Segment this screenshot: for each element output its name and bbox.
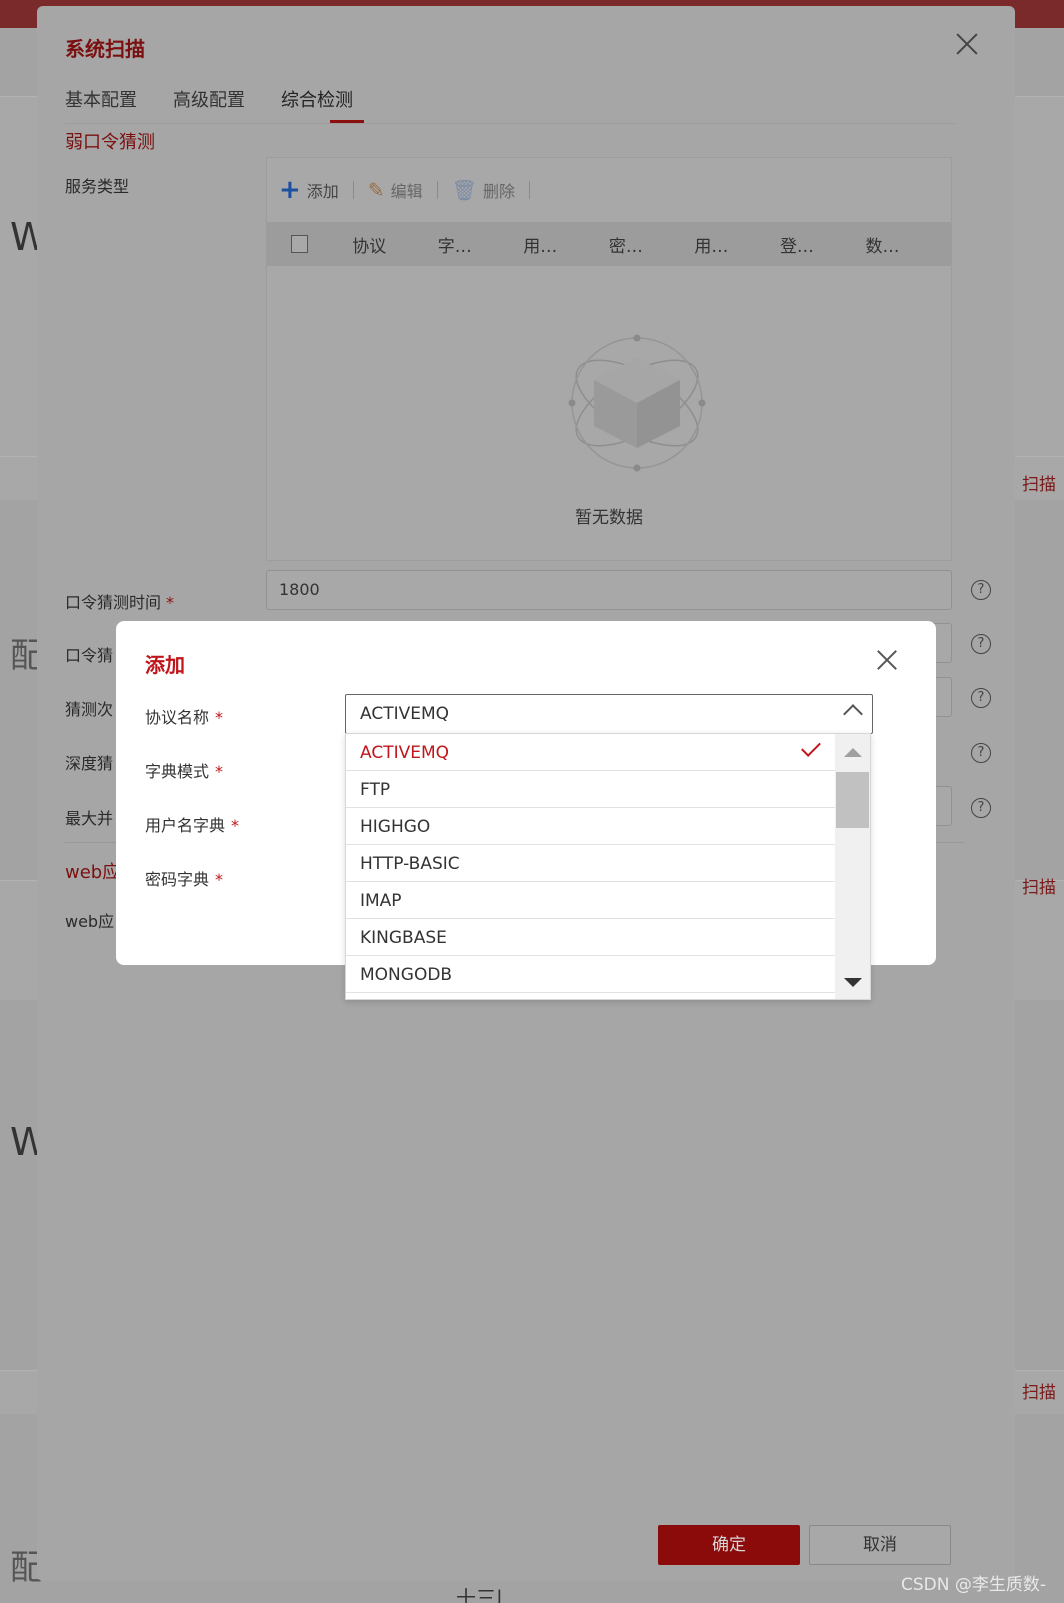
field-label-text: 协议名称 <box>145 708 210 727</box>
select-all-checkbox[interactable] <box>291 235 309 253</box>
edit-icon: ✎ <box>367 178 385 202</box>
required-mark: * <box>215 708 224 727</box>
background-fragment: 十三| <box>456 1586 503 1603</box>
column-header[interactable]: 数… <box>865 232 951 257</box>
table-header: 协议 字… 用… 密… 用… 登… 数… <box>267 222 951 266</box>
scroll-down-arrow-icon[interactable] <box>844 978 862 987</box>
dropdown-option-http-basic[interactable]: HTTP-BASIC <box>346 845 836 882</box>
password-guess-time-input[interactable]: 1800 <box>266 570 952 610</box>
table-toolbar: + 添加 ✎ 编辑 🗑 删除 <box>279 176 544 204</box>
close-icon[interactable] <box>876 649 898 671</box>
dialog-title: 系统扫描 <box>65 37 145 61</box>
field-label: 猜测次 <box>65 700 114 719</box>
background-scan-link[interactable]: 扫描 <box>1022 873 1056 898</box>
column-header[interactable]: 协议 <box>352 232 438 257</box>
dict-mode-label: 字典模式 * <box>145 758 223 782</box>
option-label: MONGODB <box>360 965 453 985</box>
add-button[interactable]: + 添加 <box>279 177 339 203</box>
field-label-text: 字典模式 <box>145 762 210 781</box>
protocol-select-value: ACTIVEMQ <box>360 704 450 724</box>
field-label: 最大并 <box>65 809 114 828</box>
dropdown-option-mongodb[interactable]: MONGODB <box>346 956 836 993</box>
protocol-select[interactable]: ACTIVEMQ <box>345 694 873 734</box>
delete-label: 删除 <box>482 182 515 201</box>
tab-basic-config[interactable]: 基本配置 <box>65 86 137 112</box>
service-type-label: 服务类型 <box>65 177 130 196</box>
section-title-web: web应 <box>65 862 121 883</box>
edit-label: 编辑 <box>390 182 423 201</box>
dropdown-option-ftp[interactable]: FTP <box>346 771 836 808</box>
section-title-weak-password: 弱口令猜测 <box>65 132 155 153</box>
field-label: 口令猜 <box>65 646 114 665</box>
service-type-table: + 添加 ✎ 编辑 🗑 删除 协议 字… 用… 密… 用… 登… 数… 暂无数据 <box>266 157 952 561</box>
option-label: HIGHGO <box>360 817 431 837</box>
edit-button[interactable]: ✎ 编辑 <box>368 178 423 202</box>
close-icon[interactable] <box>955 32 979 56</box>
tab-advanced-config[interactable]: 高级配置 <box>173 86 245 112</box>
dialog-title: 添加 <box>145 653 185 677</box>
option-label: IMAP <box>360 891 402 911</box>
username-dict-label: 用户名字典 * <box>145 812 239 836</box>
dropdown-option-highgo[interactable]: HIGHGO <box>346 808 836 845</box>
option-label: ACTIVEMQ <box>360 743 450 763</box>
dropdown-scrollbar[interactable] <box>835 734 870 999</box>
field-label: web应 <box>65 912 115 931</box>
add-label: 添加 <box>306 182 339 201</box>
confirm-button[interactable]: 确定 <box>658 1525 800 1565</box>
chevron-up-icon <box>843 704 863 724</box>
help-icon[interactable]: ? <box>971 634 991 654</box>
option-label: HTTP-BASIC <box>360 854 460 874</box>
help-icon[interactable]: ? <box>971 798 991 818</box>
scroll-thumb[interactable] <box>836 772 869 828</box>
trash-icon: 🗑 <box>451 178 477 202</box>
toolbar-divider <box>529 181 530 199</box>
empty-data-text: 暂无数据 <box>575 508 643 528</box>
help-icon[interactable]: ? <box>971 580 991 600</box>
field-label-text: 口令猜测时间 <box>65 593 162 612</box>
background-scan-link[interactable]: 扫描 <box>1022 470 1056 495</box>
field-label-password-guess-time: 口令猜测时间 * <box>65 589 174 613</box>
field-label-text: 用户名字典 <box>145 816 226 835</box>
background-scan-link[interactable]: 扫描 <box>1022 1378 1056 1403</box>
required-mark: * <box>215 870 224 889</box>
active-tab-indicator <box>330 120 364 123</box>
column-header[interactable]: 用… <box>523 232 609 257</box>
password-dict-label: 密码字典 * <box>145 866 223 890</box>
required-mark: * <box>215 762 224 781</box>
required-mark: * <box>231 816 240 835</box>
field-label-text: 密码字典 <box>145 870 210 889</box>
scroll-up-arrow-icon[interactable] <box>844 748 862 757</box>
dropdown-option-activemq[interactable]: ACTIVEMQ <box>346 734 836 771</box>
field-label: 深度猜 <box>65 754 114 773</box>
plus-icon: + <box>279 175 301 205</box>
watermark-text: CSDN @李生质数- <box>900 1575 1046 1595</box>
required-mark: * <box>166 593 175 612</box>
column-header[interactable]: 登… <box>780 232 866 257</box>
tab-bar: 基本配置 高级配置 综合检测 <box>65 84 955 124</box>
dropdown-option-imap[interactable]: IMAP <box>346 882 836 919</box>
help-icon[interactable]: ? <box>971 743 991 763</box>
toolbar-divider <box>352 181 354 199</box>
option-label: FTP <box>360 780 391 800</box>
delete-button[interactable]: 🗑 删除 <box>452 178 515 202</box>
protocol-name-label: 协议名称 * <box>145 704 223 728</box>
option-label: KINGBASE <box>360 928 447 948</box>
dropdown-option-kingbase[interactable]: KINGBASE <box>346 919 836 956</box>
empty-data-icon <box>562 328 712 478</box>
protocol-dropdown-list: ACTIVEMQ FTP HIGHGO HTTP-BASIC IMAP KING… <box>345 733 871 1000</box>
check-icon <box>801 737 821 757</box>
tab-comprehensive-check[interactable]: 综合检测 <box>281 86 353 112</box>
column-header[interactable]: 密… <box>609 232 695 257</box>
help-icon[interactable]: ? <box>971 688 991 708</box>
column-header[interactable]: 用… <box>694 232 780 257</box>
cancel-button[interactable]: 取消 <box>809 1525 951 1565</box>
toolbar-divider <box>436 181 438 199</box>
column-header[interactable]: 字… <box>438 232 524 257</box>
